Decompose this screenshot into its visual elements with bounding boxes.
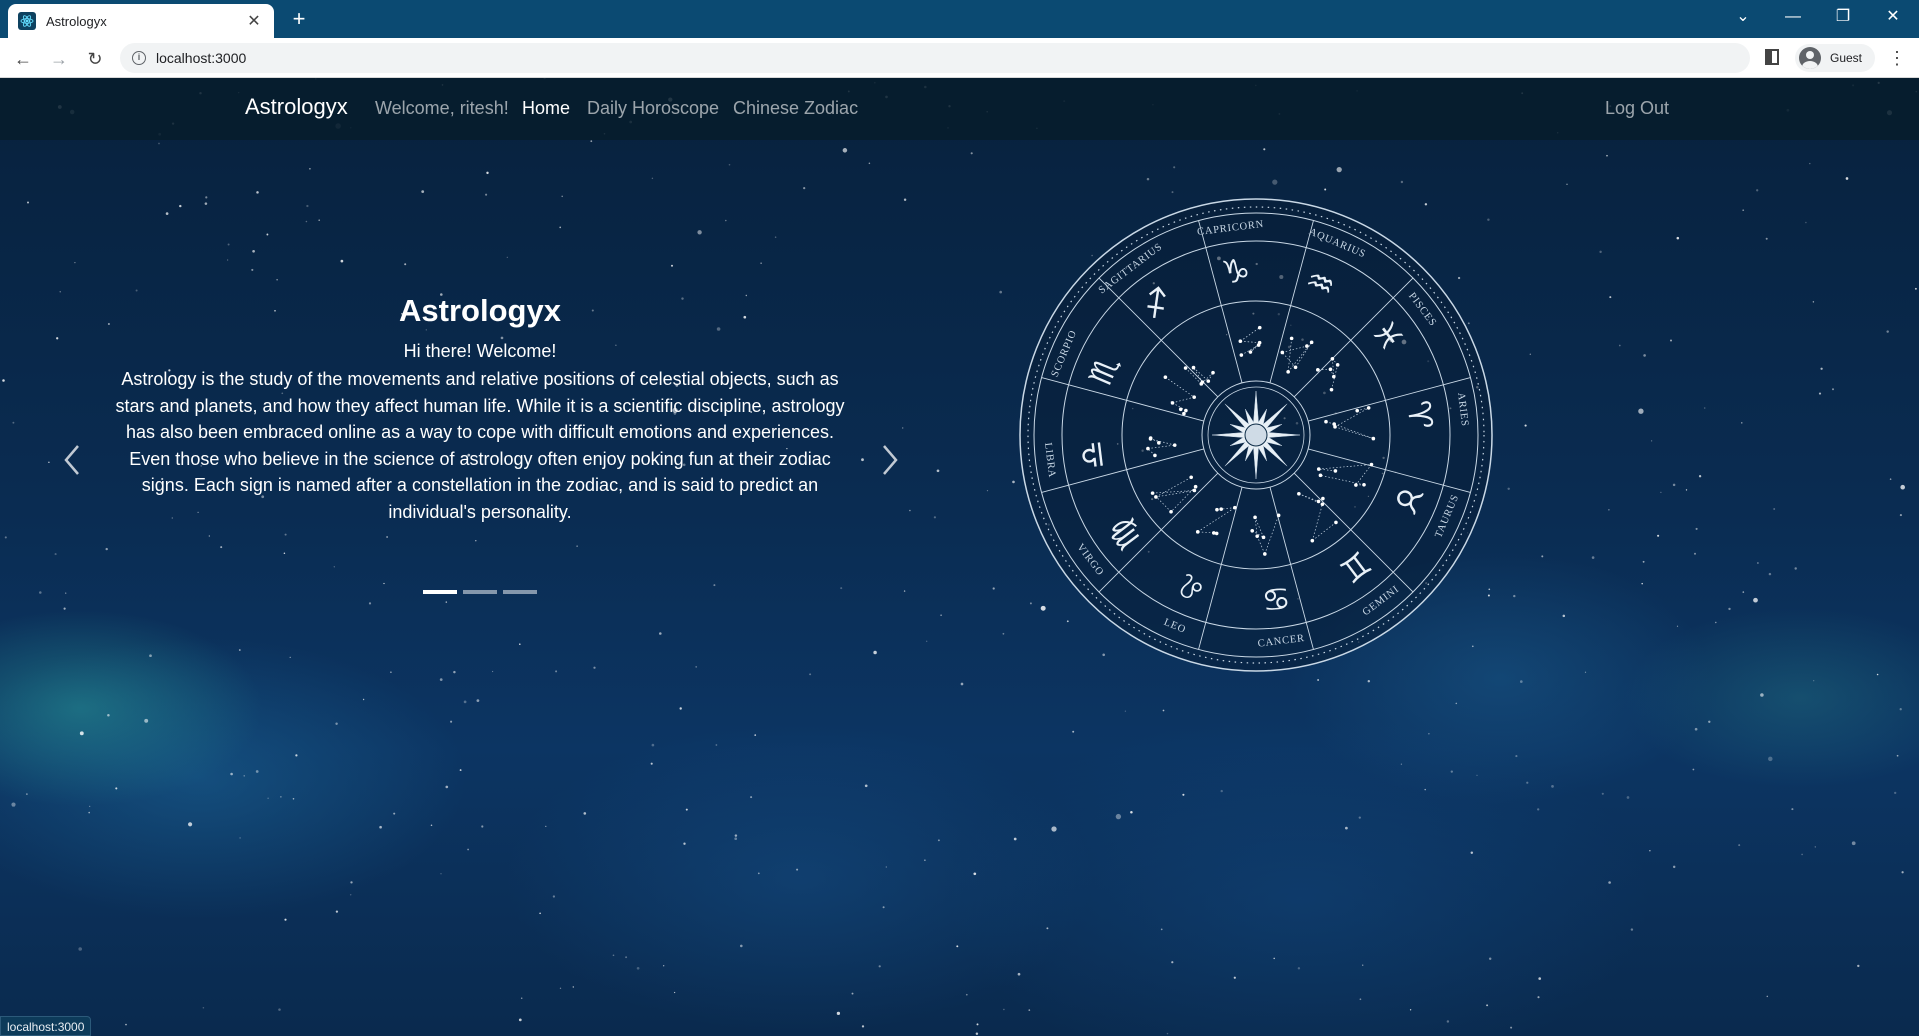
browser-menu-icon[interactable]: ⋮ xyxy=(1888,47,1906,69)
site-navbar: Astrologyx Welcome, ritesh! Home Daily H… xyxy=(0,78,1919,140)
forward-icon[interactable]: → xyxy=(46,46,72,72)
address-url: localhost:3000 xyxy=(156,50,247,66)
carousel-next-button[interactable] xyxy=(874,440,904,480)
browser-toolbar: ← → ↻ i localhost:3000 Guest ⋮ xyxy=(0,38,1919,78)
chevron-right-icon xyxy=(883,445,898,475)
close-tab-icon[interactable]: ✕ xyxy=(244,11,264,31)
zodiac-glyph: ♋ xyxy=(1260,578,1293,619)
address-bar[interactable]: i localhost:3000 xyxy=(120,43,1750,73)
starfield-background xyxy=(2,78,1918,1035)
brand-link[interactable]: Astrologyx xyxy=(245,94,348,120)
back-icon[interactable]: ← xyxy=(10,46,36,72)
nav-chinese-zodiac[interactable]: Chinese Zodiac xyxy=(733,98,858,119)
tab-search-icon[interactable]: ⌄ xyxy=(1718,0,1768,34)
side-panel-icon[interactable] xyxy=(1765,49,1779,65)
page-body: Astrologyx Welcome, ritesh! Home Daily H… xyxy=(0,78,1919,1036)
nav-daily-horoscope[interactable]: Daily Horoscope xyxy=(587,98,719,119)
minimize-button[interactable]: — xyxy=(1768,0,1818,34)
reload-icon[interactable]: ↻ xyxy=(82,46,108,72)
profile-label: Guest xyxy=(1830,51,1863,65)
restore-button[interactable]: ❐ xyxy=(1818,0,1868,34)
carousel-prev-button[interactable] xyxy=(58,440,88,480)
welcome-text: Welcome, ritesh! xyxy=(375,98,509,118)
close-window-button[interactable]: ✕ xyxy=(1868,0,1918,34)
carousel-text: Astrology is the study of the movements … xyxy=(115,369,845,522)
carousel-indicator-2[interactable] xyxy=(463,590,497,594)
zodiac-glyph: ♈ xyxy=(1399,398,1440,431)
react-favicon-icon xyxy=(18,12,36,30)
profile-avatar-icon xyxy=(1799,47,1821,69)
carousel-indicator-3[interactable] xyxy=(503,590,537,594)
carousel-title: Astrologyx xyxy=(399,293,561,328)
new-tab-button[interactable]: + xyxy=(286,6,312,32)
status-bar-url: localhost:3000 xyxy=(0,1016,92,1036)
site-info-icon[interactable]: i xyxy=(132,51,146,65)
profile-button[interactable]: Guest xyxy=(1795,44,1875,72)
browser-tab[interactable]: Astrologyx ✕ xyxy=(8,4,274,38)
zodiac-glyph: ♎ xyxy=(1072,439,1113,472)
carousel-indicators xyxy=(423,590,537,594)
carousel-subtitle: Hi there! Welcome! xyxy=(403,341,557,361)
zodiac-wheel-image: CAPRICORN♑AQUARIUS♒PISCES♓ARIES♈TAURUS♉G… xyxy=(1019,198,1493,672)
logout-link[interactable]: Log Out xyxy=(1605,98,1669,119)
chevron-left-icon xyxy=(64,445,79,475)
nav-home[interactable]: Home xyxy=(522,98,570,119)
browser-tab-strip: Astrologyx ✕ + ⌄ — ❐ ✕ xyxy=(0,0,1919,38)
zodiac-glyph: ♑ xyxy=(1219,251,1252,292)
carousel-indicator-1[interactable] xyxy=(423,590,457,594)
tab-title: Astrologyx xyxy=(46,13,107,29)
